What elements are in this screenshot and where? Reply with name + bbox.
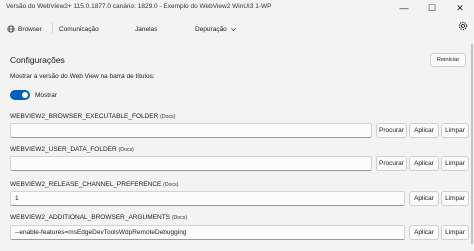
- nav-item-browser[interactable]: Browser: [7, 22, 42, 36]
- close-icon: ✕: [456, 2, 464, 13]
- apply-button[interactable]: Aplicar: [409, 123, 439, 138]
- show-version-label: Mostrar a versão do Web View na barra de…: [10, 73, 155, 80]
- apply-button[interactable]: Aplicar: [409, 225, 439, 240]
- browser-folder-input[interactable]: [10, 123, 372, 138]
- field-name: WEBVIEW2_ADDITIONAL_BROWSER_ARGUMENTS: [10, 214, 170, 221]
- nav-item-janelas[interactable]: Janelas: [135, 22, 157, 36]
- field-label-browser-folder: WEBVIEW2_BROWSER_EXECUTABLE_FOLDER (Docs…: [10, 113, 175, 120]
- nav-item-depuracao[interactable]: Depuração: [195, 22, 237, 36]
- show-version-toggle[interactable]: [10, 90, 30, 100]
- field-label-additional-args: WEBVIEW2_ADDITIONAL_BROWSER_ARGUMENTS (D…: [10, 214, 187, 221]
- docs-link[interactable]: (Docs): [172, 215, 187, 221]
- minimize-icon: —: [399, 3, 409, 13]
- apply-button[interactable]: Aplicar: [409, 191, 439, 206]
- clear-button[interactable]: Limpar: [441, 156, 469, 171]
- maximize-icon: ☐: [427, 2, 437, 13]
- user-data-folder-input[interactable]: [10, 156, 372, 171]
- field-name: WEBVIEW2_RELEASE_CHANNEL_PREFERENCE: [10, 181, 162, 188]
- nav-divider: [52, 22, 53, 34]
- page-title: Configurações: [10, 55, 65, 65]
- close-button[interactable]: ✕: [446, 0, 474, 16]
- clear-button[interactable]: Limpar: [441, 225, 469, 240]
- field-label-release-channel: WEBVIEW2_RELEASE_CHANNEL_PREFERENCE (Doc…: [10, 181, 178, 188]
- browse-button[interactable]: Procurar: [376, 123, 407, 138]
- nav-item-comunicacao[interactable]: Comunicação: [59, 22, 99, 36]
- reset-button[interactable]: Reiniciar: [430, 53, 466, 67]
- field-name: WEBVIEW2_BROWSER_EXECUTABLE_FOLDER: [10, 113, 159, 120]
- docs-link[interactable]: (Docs): [160, 114, 175, 120]
- vertical-scrollbar[interactable]: [471, 44, 473, 244]
- maximize-button[interactable]: ☐: [418, 0, 446, 16]
- docs-link[interactable]: (Docs): [119, 147, 134, 153]
- nav-item-label: Janelas: [135, 25, 158, 33]
- apply-button[interactable]: Aplicar: [409, 156, 439, 171]
- nav-item-label: Depuração: [195, 25, 227, 33]
- browse-button[interactable]: Procurar: [376, 156, 407, 171]
- nav-item-label: Comunicação: [59, 25, 99, 33]
- release-channel-input[interactable]: 1: [10, 191, 405, 206]
- minimize-button[interactable]: —: [390, 0, 418, 16]
- window-title: Versão do WebView2+ 115.0.1877.0 canário…: [6, 3, 272, 10]
- additional-args-input[interactable]: --enable-features=msEdgeDevToolsWdpRemot…: [10, 225, 405, 240]
- gear-icon: [458, 21, 468, 31]
- clear-button[interactable]: Limpar: [441, 191, 469, 206]
- toggle-label: Mostrar: [35, 92, 58, 99]
- toggle-knob: [22, 92, 28, 98]
- field-name: WEBVIEW2_USER_DATA_FOLDER: [10, 146, 117, 153]
- nav-item-label: Browser: [18, 25, 42, 33]
- chevron-down-icon: [230, 27, 236, 31]
- globe-icon: [7, 25, 15, 33]
- settings-button[interactable]: [456, 19, 470, 33]
- clear-button[interactable]: Limpar: [441, 123, 469, 138]
- docs-link[interactable]: (Docs): [163, 182, 178, 188]
- field-label-user-data-folder: WEBVIEW2_USER_DATA_FOLDER (Docs): [10, 146, 134, 153]
